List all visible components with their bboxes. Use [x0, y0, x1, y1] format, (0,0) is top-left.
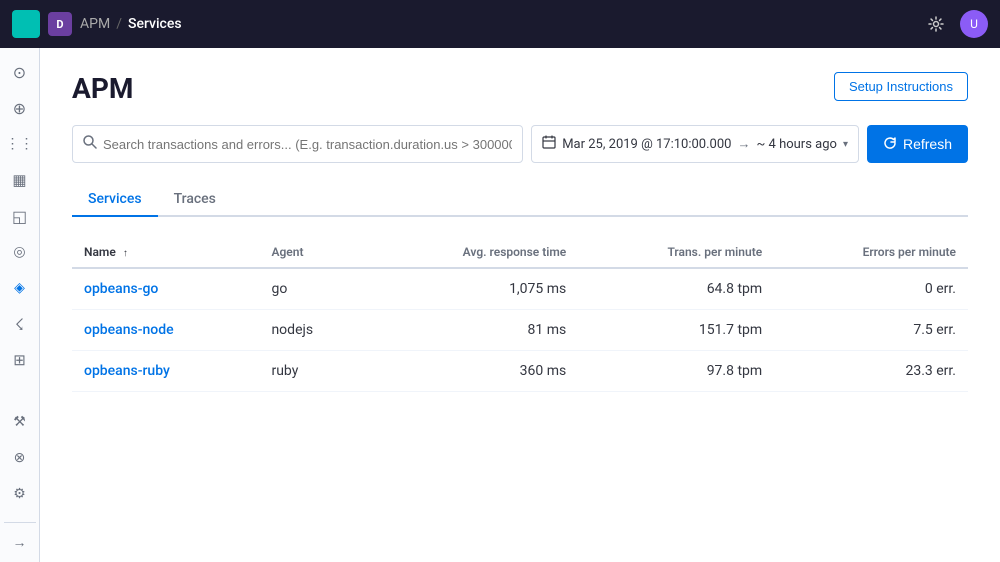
service-link[interactable]: opbeans-go [84, 281, 158, 297]
cell-trans-per-min: 64.8 tpm [578, 268, 774, 310]
table-row: opbeans-node nodejs 81 ms 151.7 tpm 7.5 … [72, 310, 968, 351]
sidebar-item-maps[interactable]: ◎ [4, 236, 36, 268]
date-arrow: → [737, 136, 750, 152]
breadcrumb-separator: / [116, 16, 122, 32]
sidebar-expand-btn[interactable]: → [4, 522, 36, 554]
kibana-logo[interactable] [12, 10, 40, 38]
cell-trans-per-min: 97.8 tpm [578, 351, 774, 392]
sidebar: ⊙ ⊕ ⋮⋮ ▦ ◱ ◎ ◈ ☇ ⊞ ⚒ ⊗ ⚙ → [0, 48, 40, 562]
calendar-icon [542, 135, 556, 153]
setup-instructions-button[interactable]: Setup Instructions [834, 72, 968, 101]
sidebar-item-siem[interactable]: ⊞ [4, 344, 36, 376]
app-icon: D [48, 12, 72, 36]
cell-avg-response: 360 ms [368, 351, 579, 392]
sort-arrow-icon: ↑ [123, 248, 128, 259]
table-body: opbeans-go go 1,075 ms 64.8 tpm 0 err. o… [72, 268, 968, 392]
cell-avg-response: 81 ms [368, 310, 579, 351]
sidebar-item-canvas[interactable]: ◱ [4, 200, 36, 232]
date-chevron-icon: ▾ [843, 139, 848, 150]
col-errors-per-min[interactable]: Errors per minute [774, 237, 968, 268]
cell-name: opbeans-go [72, 268, 259, 310]
app-layout: ⊙ ⊕ ⋮⋮ ▦ ◱ ◎ ◈ ☇ ⊞ ⚒ ⊗ ⚙ → APM Setup Ins… [0, 48, 1000, 562]
service-link[interactable]: opbeans-node [84, 322, 174, 338]
sidebar-item-devtools[interactable]: ⚒ [4, 406, 36, 438]
cell-errors-per-min: 7.5 err. [774, 310, 968, 351]
topbar: D APM / Services U [0, 0, 1000, 48]
search-icon [83, 135, 97, 153]
tab-traces[interactable]: Traces [158, 183, 232, 217]
settings-icon-btn[interactable] [920, 8, 952, 40]
page-title: APM [72, 72, 133, 105]
date-to: ~ 4 hours ago [756, 137, 836, 152]
cell-avg-response: 1,075 ms [368, 268, 579, 310]
cell-agent: go [259, 268, 367, 310]
table-row: opbeans-ruby ruby 360 ms 97.8 tpm 23.3 e… [72, 351, 968, 392]
cell-trans-per-min: 151.7 tpm [578, 310, 774, 351]
cell-errors-per-min: 0 err. [774, 268, 968, 310]
sidebar-item-uptime[interactable]: ☇ [4, 308, 36, 340]
search-row: Mar 25, 2019 @ 17:10:00.000 → ~ 4 hours … [72, 125, 968, 163]
tab-services[interactable]: Services [72, 183, 158, 217]
refresh-icon [883, 136, 897, 153]
date-picker[interactable]: Mar 25, 2019 @ 17:10:00.000 → ~ 4 hours … [531, 125, 859, 163]
col-name[interactable]: Name ↑ [72, 237, 259, 268]
table-row: opbeans-go go 1,075 ms 64.8 tpm 0 err. [72, 268, 968, 310]
sidebar-bottom: ⚒ ⊗ ⚙ [4, 406, 36, 510]
date-from: Mar 25, 2019 @ 17:10:00.000 [562, 137, 731, 152]
user-avatar[interactable]: U [960, 10, 988, 38]
sidebar-item-visualize[interactable]: ⋮⋮ [4, 128, 36, 160]
cell-errors-per-min: 23.3 err. [774, 351, 968, 392]
refresh-button[interactable]: Refresh [867, 125, 968, 163]
sidebar-item-apm[interactable]: ◈ [4, 272, 36, 304]
sidebar-item-discover[interactable]: ⊕ [4, 92, 36, 124]
service-link[interactable]: opbeans-ruby [84, 363, 170, 379]
table-header: Name ↑ Agent Avg. response time Trans. p… [72, 237, 968, 268]
col-avg-response[interactable]: Avg. response time [368, 237, 579, 268]
col-agent[interactable]: Agent [259, 237, 367, 268]
col-trans-per-min[interactable]: Trans. per minute [578, 237, 774, 268]
refresh-label: Refresh [903, 136, 952, 152]
breadcrumb-apm[interactable]: APM [80, 16, 110, 32]
search-input[interactable] [103, 137, 512, 152]
cell-agent: nodejs [259, 310, 367, 351]
services-table: Name ↑ Agent Avg. response time Trans. p… [72, 237, 968, 392]
main-content: APM Setup Instructions [40, 48, 1000, 562]
search-box[interactable] [72, 125, 523, 163]
breadcrumb-services: Services [128, 16, 182, 32]
table-header-row: Name ↑ Agent Avg. response time Trans. p… [72, 237, 968, 268]
breadcrumb: APM / Services [80, 16, 182, 32]
cell-name: opbeans-ruby [72, 351, 259, 392]
page-header: APM Setup Instructions [72, 72, 968, 105]
tabs: Services Traces [72, 183, 968, 217]
sidebar-item-home[interactable]: ⊙ [4, 56, 36, 88]
sidebar-item-dashboard[interactable]: ▦ [4, 164, 36, 196]
sidebar-item-monitoring[interactable]: ⊗ [4, 442, 36, 474]
cell-name: opbeans-node [72, 310, 259, 351]
sidebar-item-management[interactable]: ⚙ [4, 478, 36, 510]
cell-agent: ruby [259, 351, 367, 392]
